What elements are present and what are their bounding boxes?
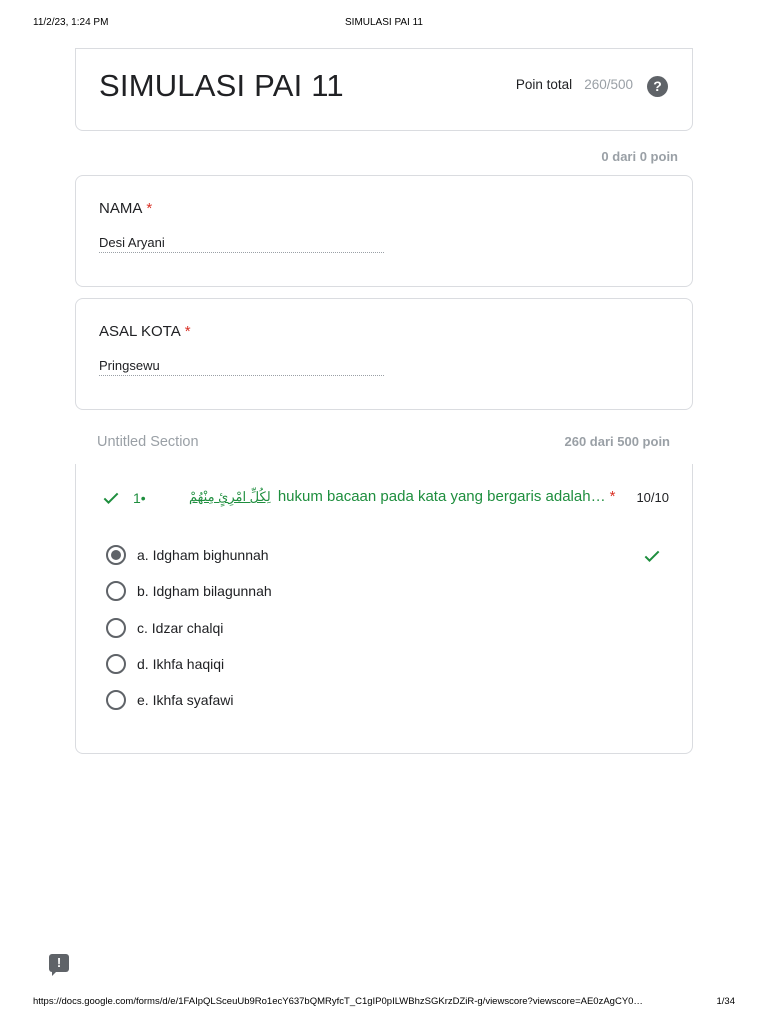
- section-title: Untitled Section: [97, 434, 199, 450]
- print-page-number: 1/34: [716, 996, 736, 1007]
- question-text: لِكُلِّ امْرِئٍ مِنْهُمْ hukum bacaan pa…: [189, 488, 615, 505]
- required-asterisk: *: [146, 200, 153, 217]
- option-c[interactable]: c. Idzar chalqi: [106, 617, 223, 639]
- field-label: ASAL KOTA *: [99, 323, 191, 340]
- option-label: e. Ikhfa syafawi: [137, 692, 234, 708]
- required-asterisk: *: [184, 323, 191, 340]
- question-arabic: لِكُلِّ امْرِئٍ مِنْهُمْ: [189, 489, 271, 504]
- total-points-label: Poin total: [515, 77, 573, 92]
- section-points: 260 dari 500 poin: [564, 434, 671, 449]
- radio-icon[interactable]: [106, 654, 126, 674]
- print-title: SIMULASI PAI 11: [345, 17, 423, 28]
- print-header: 11/2/23, 1:24 PM SIMULASI PAI 11: [33, 17, 735, 31]
- option-b[interactable]: b. Idgham bilagunnah: [106, 580, 272, 602]
- required-asterisk: *: [609, 488, 616, 505]
- option-d[interactable]: d. Ikhfa haqiqi: [106, 653, 224, 675]
- question-number: 1•: [133, 490, 146, 506]
- total-points-value: 260/500: [584, 77, 633, 92]
- question-header: 1• لِكُلِّ امْرِئٍ مِنْهُمْ hukum bacaan…: [101, 488, 669, 510]
- total-points: Poin total 260/500: [516, 77, 633, 92]
- feedback-icon[interactable]: !: [49, 954, 69, 976]
- question-card: 1• لِكُلِّ امْرِئٍ مِنْهُمْ hukum bacaan…: [75, 464, 693, 754]
- field-card-nama: NAMA * Desi Aryani: [75, 175, 693, 287]
- points-note: 0 dari 0 poin: [601, 149, 678, 164]
- correct-check-icon: [644, 550, 660, 562]
- question-prompt: hukum bacaan pada kata yang bergaris ada…: [277, 488, 606, 505]
- question-score: 10/10: [636, 490, 669, 505]
- option-label: d. Ikhfa haqiqi: [137, 656, 225, 672]
- field-answer: Pringsewu: [99, 358, 384, 376]
- field-label-text: NAMA: [99, 200, 143, 217]
- check-icon: [103, 492, 119, 504]
- radio-selected-icon[interactable]: [106, 545, 126, 565]
- option-label: a. Idgham bighunnah: [137, 547, 269, 563]
- option-a[interactable]: a. Idgham bighunnah: [106, 544, 269, 566]
- field-card-asal-kota: ASAL KOTA * Pringsewu: [75, 298, 693, 410]
- option-label: c. Idzar chalqi: [137, 620, 224, 636]
- field-label-text: ASAL KOTA: [99, 323, 181, 340]
- radio-icon[interactable]: [106, 581, 126, 601]
- form-title: SIMULASI PAI 11: [99, 68, 344, 103]
- help-circle-icon[interactable]: ?: [647, 76, 668, 97]
- option-label: b. Idgham bilagunnah: [137, 583, 272, 599]
- field-label: NAMA *: [99, 200, 152, 217]
- option-e[interactable]: e. Ikhfa syafawi: [106, 689, 234, 711]
- form-title-card: SIMULASI PAI 11 Poin total 260/500 ?: [75, 48, 693, 131]
- field-answer: Desi Aryani: [99, 235, 384, 253]
- radio-icon[interactable]: [106, 618, 126, 638]
- radio-icon[interactable]: [106, 690, 126, 710]
- print-url: https://docs.google.com/forms/d/e/1FAIpQ…: [33, 996, 643, 1007]
